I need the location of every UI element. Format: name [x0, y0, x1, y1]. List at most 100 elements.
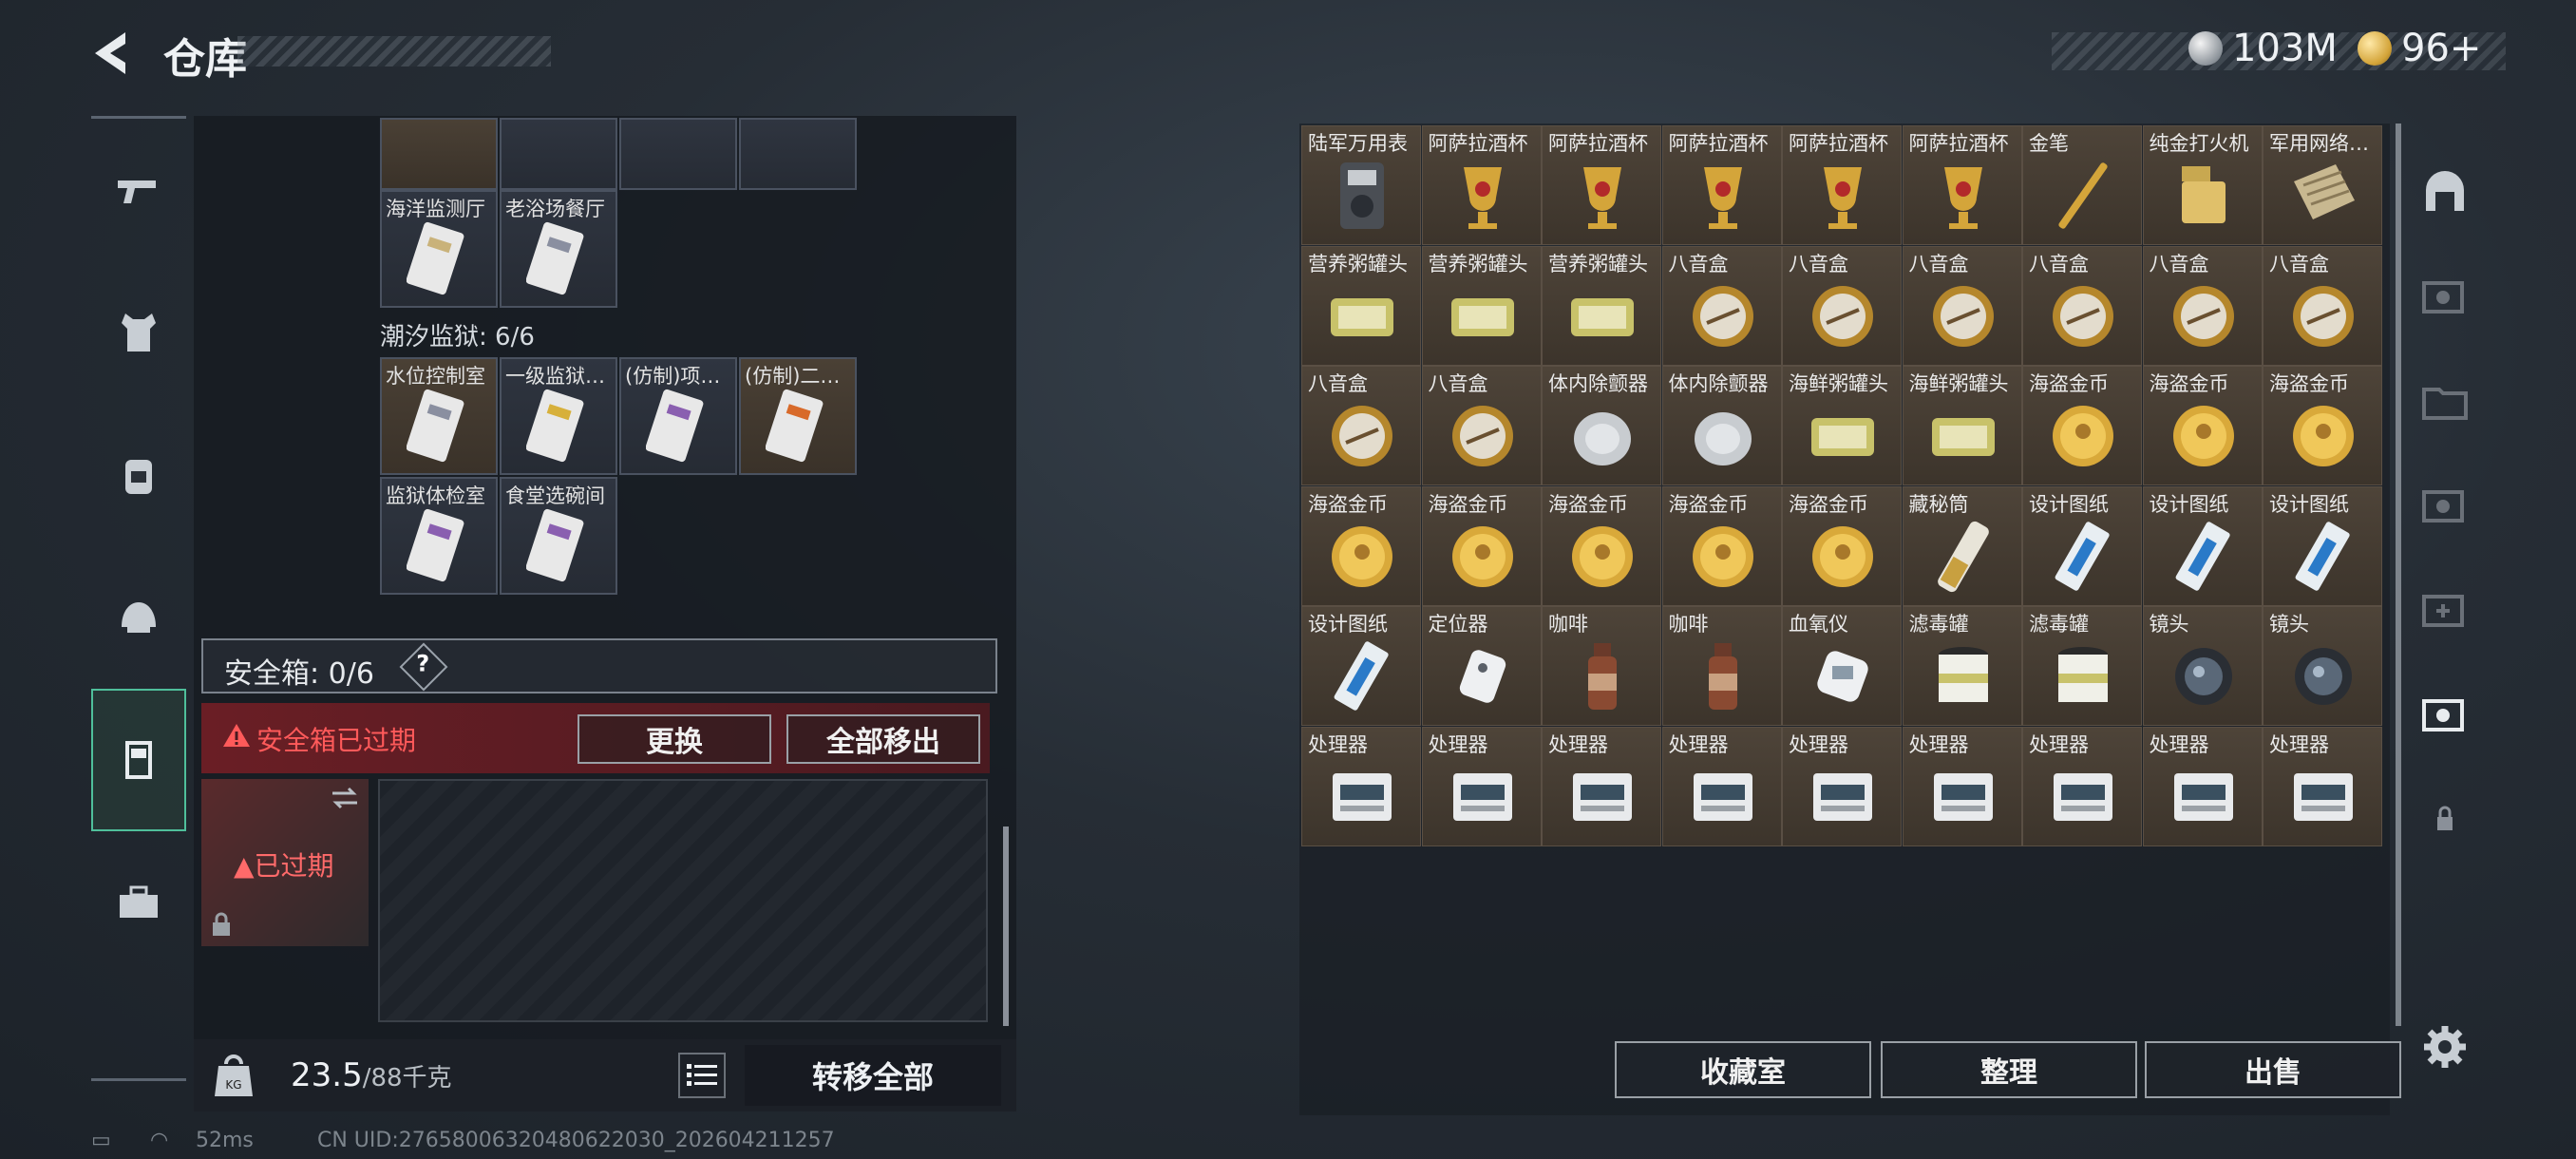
nav-toolbox[interactable]: [91, 831, 186, 974]
inventory-item[interactable]: 阿萨拉酒杯: [1902, 125, 2022, 245]
inventory-item[interactable]: 阿萨拉酒杯: [1421, 125, 1542, 245]
inventory-item[interactable]: 八音盒: [1301, 366, 1421, 485]
inventory-scrollbar[interactable]: [2396, 124, 2401, 1026]
stash-tile[interactable]: 水位控制室: [380, 357, 498, 475]
inventory-item[interactable]: 八音盒: [2142, 245, 2263, 366]
inventory-item[interactable]: 处理器: [2142, 726, 2263, 846]
inventory-item[interactable]: 阿萨拉酒杯: [1661, 125, 1782, 245]
stash-tile[interactable]: 老浴场餐厅: [500, 190, 617, 308]
storage-tab-5[interactable]: [2409, 557, 2481, 663]
inventory-item[interactable]: 体内除颤器: [1661, 366, 1782, 485]
stash-tile[interactable]: (仿制)二…: [739, 357, 857, 475]
inventory-item[interactable]: 滤毒罐: [1902, 606, 2022, 726]
move-all-out-button[interactable]: 全部移出: [786, 714, 980, 764]
stash-tile[interactable]: [739, 118, 857, 190]
can-icon: [1331, 297, 1393, 336]
inventory-item[interactable]: 镜头: [2142, 606, 2263, 726]
settings-button[interactable]: [2409, 994, 2481, 1100]
inventory-item[interactable]: 纯金打火机: [2142, 125, 2263, 245]
inventory-item[interactable]: 定位器: [1421, 606, 1542, 726]
inventory-item[interactable]: 八音盒: [1782, 245, 1902, 366]
storage-tab-4[interactable]: [2409, 452, 2481, 559]
inventory-item[interactable]: 处理器: [1542, 726, 1661, 846]
inventory-item[interactable]: 海盗金币: [1421, 485, 1542, 606]
inventory-item[interactable]: 咖啡: [1542, 606, 1661, 726]
inventory-item[interactable]: 陆军万用表: [1301, 125, 1421, 245]
inventory-item[interactable]: 海鲜粥罐头: [1782, 366, 1902, 485]
stash-tile[interactable]: [619, 118, 737, 190]
stash-scrollbar[interactable]: [1003, 826, 1009, 1026]
inventory-item[interactable]: 咖啡: [1661, 606, 1782, 726]
inventory-item[interactable]: 处理器: [2263, 726, 2382, 846]
inventory-item[interactable]: 海盗金币: [1782, 485, 1902, 606]
storage-tab-3[interactable]: [2409, 348, 2481, 454]
inventory-item[interactable]: 海盗金币: [2142, 366, 2263, 485]
inventory-item[interactable]: 处理器: [1661, 726, 1782, 846]
storage-tab-6-active[interactable]: [2409, 661, 2481, 768]
inventory-item[interactable]: 处理器: [1902, 726, 2022, 846]
inventory-item[interactable]: 设计图纸: [1301, 606, 1421, 726]
inventory-item[interactable]: 八音盒: [2022, 245, 2142, 366]
inventory-item[interactable]: 海盗金币: [1542, 485, 1661, 606]
inventory-item[interactable]: 血氧仪: [1782, 606, 1902, 726]
tile-label: (仿制)项…: [625, 365, 721, 388]
uid-readout: CN UID:27658006320480622030_202604211257: [317, 1129, 835, 1152]
inventory-item[interactable]: 海盗金币: [2263, 366, 2382, 485]
inventory-item[interactable]: 设计图纸: [2263, 485, 2382, 606]
stash-tile[interactable]: [380, 118, 498, 190]
replace-button[interactable]: 更换: [578, 714, 771, 764]
expired-safe-box-item[interactable]: ▲已过期: [201, 779, 369, 946]
storage-expansion-icon: [2422, 699, 2464, 732]
coffee-bottle-icon: [1708, 643, 1737, 710]
nav-safe-box[interactable]: [91, 689, 186, 831]
inventory-item[interactable]: 设计图纸: [2022, 485, 2142, 606]
inventory-item[interactable]: 八音盒: [1661, 245, 1782, 366]
inventory-item[interactable]: 设计图纸: [2142, 485, 2263, 606]
back-arrow-icon[interactable]: [87, 27, 133, 80]
stash-tile[interactable]: [500, 118, 617, 190]
inventory-item[interactable]: 军用网络…: [2263, 125, 2382, 245]
inventory-item[interactable]: 处理器: [1301, 726, 1421, 846]
storage-tab-main[interactable]: [2409, 139, 2481, 245]
nav-weapons[interactable]: [91, 119, 186, 261]
sell-button[interactable]: 出售: [2145, 1041, 2401, 1098]
collection-room-button[interactable]: 收藏室: [1615, 1041, 1871, 1098]
storage-tab-locked[interactable]: [2409, 766, 2481, 872]
inventory-item[interactable]: 海鲜粥罐头: [1902, 366, 2022, 485]
list-view-button[interactable]: [678, 1053, 726, 1098]
nav-armor[interactable]: [91, 261, 186, 404]
inventory-item[interactable]: 处理器: [1421, 726, 1542, 846]
transfer-all-button[interactable]: 转移全部: [745, 1045, 1001, 1106]
inventory-item[interactable]: 营养粥罐头: [1542, 245, 1661, 366]
storage-tab-2[interactable]: [2409, 243, 2481, 350]
inventory-item[interactable]: 阿萨拉酒杯: [1782, 125, 1902, 245]
inventory-item[interactable]: 八音盒: [1902, 245, 2022, 366]
help-icon[interactable]: ?: [399, 642, 448, 692]
inventory-item[interactable]: 营养粥罐头: [1301, 245, 1421, 366]
nav-helmet[interactable]: [91, 546, 186, 689]
inventory-item[interactable]: 海盗金币: [1301, 485, 1421, 606]
stash-tile[interactable]: 一级监狱…: [500, 357, 617, 475]
inventory-item[interactable]: 海盗金币: [1661, 485, 1782, 606]
sort-button[interactable]: 整理: [1881, 1041, 2137, 1098]
inventory-item[interactable]: 八音盒: [1421, 366, 1542, 485]
inventory-item[interactable]: 八音盒: [2263, 245, 2382, 366]
stash-tile[interactable]: 海洋监测厅: [380, 190, 498, 308]
inventory-item[interactable]: 藏秘筒: [1902, 485, 2022, 606]
inventory-item[interactable]: 金笔: [2022, 125, 2142, 245]
gold-currency[interactable]: 96+: [2358, 27, 2481, 70]
inventory-item[interactable]: 营养粥罐头: [1421, 245, 1542, 366]
inventory-item[interactable]: 处理器: [2022, 726, 2142, 846]
inventory-item[interactable]: 阿萨拉酒杯: [1542, 125, 1661, 245]
inventory-item[interactable]: 海盗金币: [2022, 366, 2142, 485]
stash-tile[interactable]: 监狱体检室: [380, 477, 498, 595]
inventory-item[interactable]: 体内除颤器: [1542, 366, 1661, 485]
inventory-item[interactable]: 处理器: [1782, 726, 1902, 846]
nav-backpack[interactable]: [91, 404, 186, 546]
stash-tile[interactable]: (仿制)项…: [619, 357, 737, 475]
inventory-item[interactable]: 镜头: [2263, 606, 2382, 726]
medical-case-icon: [2422, 595, 2464, 627]
page-title: 仓库: [163, 35, 247, 84]
inventory-item[interactable]: 滤毒罐: [2022, 606, 2142, 726]
stash-tile[interactable]: 食堂选碗间: [500, 477, 617, 595]
